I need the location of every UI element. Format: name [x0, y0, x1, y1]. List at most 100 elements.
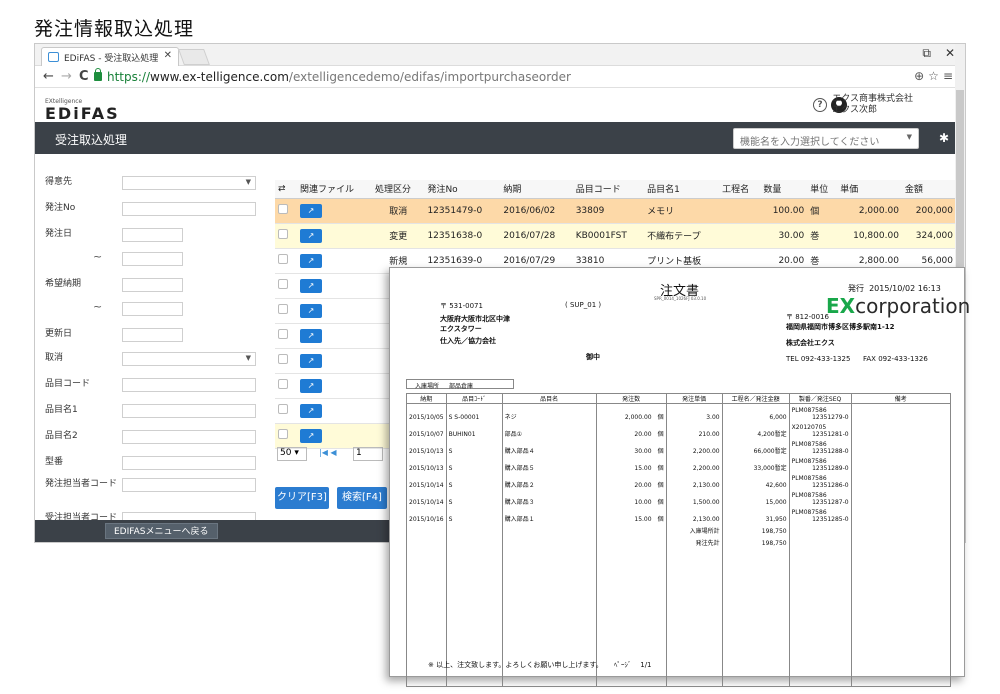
- filter-input[interactable]: [122, 278, 183, 292]
- col-header[interactable]: 単価: [837, 180, 902, 199]
- external-link-icon[interactable]: ↗: [300, 253, 322, 268]
- col-header[interactable]: 品目名1: [644, 180, 720, 199]
- cell-process: [719, 198, 761, 224]
- row-checkbox[interactable]: [275, 273, 297, 299]
- external-link-icon[interactable]: ↗: [300, 328, 322, 343]
- external-link-icon[interactable]: ↗: [300, 428, 322, 443]
- search-button[interactable]: 検索[F4]: [337, 487, 387, 509]
- col-header[interactable]: 処理区分: [371, 180, 425, 199]
- back-to-menu-button[interactable]: EDIFASメニューへ戻る: [105, 523, 218, 539]
- col-header[interactable]: 数量: [760, 180, 808, 199]
- po-cell: 2,130.00: [665, 505, 723, 523]
- filter-input[interactable]: [122, 478, 256, 492]
- row-checkbox[interactable]: [275, 198, 297, 224]
- row-checkbox[interactable]: [275, 348, 297, 374]
- filter-label: 品目名2: [45, 431, 78, 441]
- open-file-button[interactable]: ↗: [297, 398, 372, 424]
- table-row[interactable]: ↗ 変更 12351638-0 2016/07/28 KB0001FST 不織布テープ 30…: [275, 223, 956, 249]
- close-window-icon[interactable]: ✕: [945, 46, 955, 60]
- open-file-button[interactable]: ↗: [297, 373, 372, 399]
- table-row[interactable]: ↗ 取消 12351479-0 2016/06/02 33809 メモリ 100.00 個 2,…: [275, 198, 956, 224]
- url-field[interactable]: https://www.ex-telligence.com/extelligen…: [107, 70, 571, 84]
- po-col: 工程名／発注金額: [721, 393, 790, 404]
- col-header[interactable]: 金額: [901, 180, 956, 199]
- checkbox[interactable]: [278, 354, 288, 364]
- row-checkbox[interactable]: [275, 248, 297, 274]
- filter-input[interactable]: [122, 302, 183, 316]
- external-link-icon[interactable]: ↗: [300, 403, 322, 418]
- filter-input[interactable]: [122, 430, 256, 444]
- external-link-icon[interactable]: ↗: [300, 353, 322, 368]
- restore-window-icon[interactable]: ⧉: [922, 46, 931, 61]
- chevron-down-icon: ▼: [245, 354, 251, 362]
- filter-input[interactable]: [122, 202, 256, 216]
- zoom-star-menu-icons[interactable]: ⊕☆≡: [914, 69, 957, 83]
- open-file-button[interactable]: ↗: [297, 298, 372, 324]
- checkbox[interactable]: [278, 204, 288, 214]
- filter-input[interactable]: [122, 328, 183, 342]
- row-checkbox[interactable]: [275, 223, 297, 249]
- col-header[interactable]: 単位: [807, 180, 838, 199]
- help-icon[interactable]: ?: [813, 98, 827, 112]
- page-size-select[interactable]: 50 ▾: [277, 447, 307, 461]
- col-header[interactable]: 品目コード: [572, 180, 645, 199]
- col-header[interactable]: 関連ファイル: [297, 180, 372, 199]
- back-arrow-icon[interactable]: ←: [43, 69, 54, 84]
- external-link-icon[interactable]: ↗: [300, 203, 322, 218]
- filter-input[interactable]: [122, 228, 183, 242]
- filter-input[interactable]: [122, 252, 183, 266]
- external-link-icon[interactable]: ↗: [300, 303, 322, 318]
- cell-qty: 100.00: [760, 198, 808, 224]
- checkbox[interactable]: [278, 379, 288, 389]
- checkbox[interactable]: [278, 429, 288, 439]
- gear-icon[interactable]: ✱: [939, 131, 949, 145]
- po-cell: 198,750: [721, 522, 790, 535]
- function-select[interactable]: 機能名を入力選択してください ▼: [733, 128, 919, 149]
- col-header[interactable]: 発注No: [424, 180, 501, 199]
- row-checkbox[interactable]: [275, 323, 297, 349]
- external-link-icon[interactable]: ↗: [300, 228, 322, 243]
- close-tab-icon[interactable]: ✕: [164, 50, 172, 61]
- external-link-icon[interactable]: ↗: [300, 378, 322, 393]
- open-file-button[interactable]: ↗: [297, 323, 372, 349]
- filter-select[interactable]: ▼: [122, 352, 256, 366]
- filter-select[interactable]: ▼: [122, 176, 256, 190]
- col-header[interactable]: 納期: [500, 180, 573, 199]
- external-link-icon[interactable]: ↗: [300, 278, 322, 293]
- page-input[interactable]: 1: [353, 447, 383, 461]
- forward-arrow-icon[interactable]: →: [61, 69, 72, 84]
- checkbox[interactable]: [278, 254, 288, 264]
- row-checkbox[interactable]: [275, 423, 297, 449]
- new-tab-button[interactable]: [178, 49, 210, 65]
- open-file-button[interactable]: ↗: [297, 273, 372, 299]
- open-file-button[interactable]: ↗: [297, 248, 372, 274]
- row-checkbox[interactable]: [275, 398, 297, 424]
- from-zip: 〒 812-0016: [786, 313, 829, 321]
- filter-input[interactable]: [122, 456, 256, 470]
- browser-tab[interactable]: EDiFAS - 受注取込処理 ✕: [41, 47, 179, 66]
- filter-input[interactable]: [122, 378, 256, 392]
- checkbox[interactable]: [278, 229, 288, 239]
- po-cell: 2,200.00: [665, 454, 723, 472]
- open-file-button[interactable]: ↗: [297, 348, 372, 374]
- filter-input[interactable]: [122, 404, 256, 418]
- col-header[interactable]: 工程名: [719, 180, 761, 199]
- po-cell: [501, 534, 597, 547]
- column-toggle[interactable]: ⇄: [275, 180, 297, 199]
- checkbox[interactable]: [278, 329, 288, 339]
- po-cell: 購入部品５: [501, 454, 597, 472]
- open-file-button[interactable]: ↗: [297, 223, 372, 249]
- open-file-button[interactable]: ↗: [297, 198, 372, 224]
- po-cell: [850, 471, 952, 489]
- checkbox[interactable]: [278, 279, 288, 289]
- first-page-icon[interactable]: |◀ ◀: [319, 448, 337, 457]
- reload-icon[interactable]: C: [79, 69, 89, 84]
- row-checkbox[interactable]: [275, 373, 297, 399]
- po-cell: PLM087586 12351285-0: [788, 505, 852, 523]
- checkbox[interactable]: [278, 404, 288, 414]
- checkbox[interactable]: [278, 304, 288, 314]
- row-checkbox[interactable]: [275, 298, 297, 324]
- filter-label: 希望納期: [45, 279, 82, 289]
- open-file-button[interactable]: ↗: [297, 423, 372, 449]
- clear-button[interactable]: クリア[F3]: [275, 487, 329, 509]
